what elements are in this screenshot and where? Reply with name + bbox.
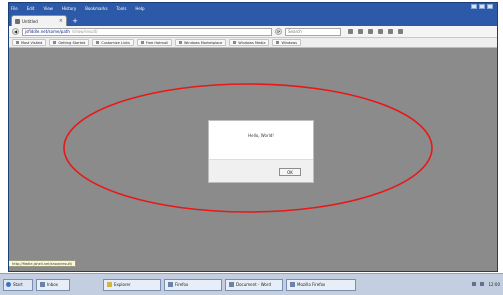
taskbar-item[interactable]: Inbox — [36, 278, 70, 291]
word-icon — [229, 282, 234, 287]
start-label: Start — [13, 282, 23, 287]
taskbar-item-label: Mozilla Firefox — [297, 282, 326, 287]
taskbar-item-label: Firefox — [175, 282, 189, 287]
taskbar-item[interactable]: Mozilla Firefox — [286, 278, 356, 291]
taskbar-item-label: Inbox — [47, 282, 58, 287]
annotation-overlay — [63, 83, 433, 213]
clock[interactable]: 12:00 — [488, 282, 500, 287]
red-highlight-ellipse — [63, 83, 433, 213]
network-icon[interactable] — [472, 282, 477, 286]
taskbar: Start Inbox Explorer Firefox Document - … — [0, 273, 503, 295]
taskbar-item[interactable]: Document - Word — [225, 278, 283, 291]
taskbar-item[interactable]: Explorer — [103, 278, 161, 291]
taskbar-item-label: Document - Word — [236, 282, 271, 287]
taskbar-item[interactable]: Firefox — [164, 278, 222, 291]
volume-icon[interactable] — [480, 282, 485, 286]
folder-icon — [107, 282, 112, 287]
start-button[interactable]: Start — [3, 278, 33, 291]
system-tray: 12:00 — [472, 278, 500, 290]
windows-logo-icon — [6, 282, 11, 287]
taskbar-item-label: Explorer — [114, 282, 131, 287]
mail-icon — [40, 282, 45, 287]
firefox-icon — [290, 282, 295, 287]
browser-icon — [168, 282, 173, 287]
